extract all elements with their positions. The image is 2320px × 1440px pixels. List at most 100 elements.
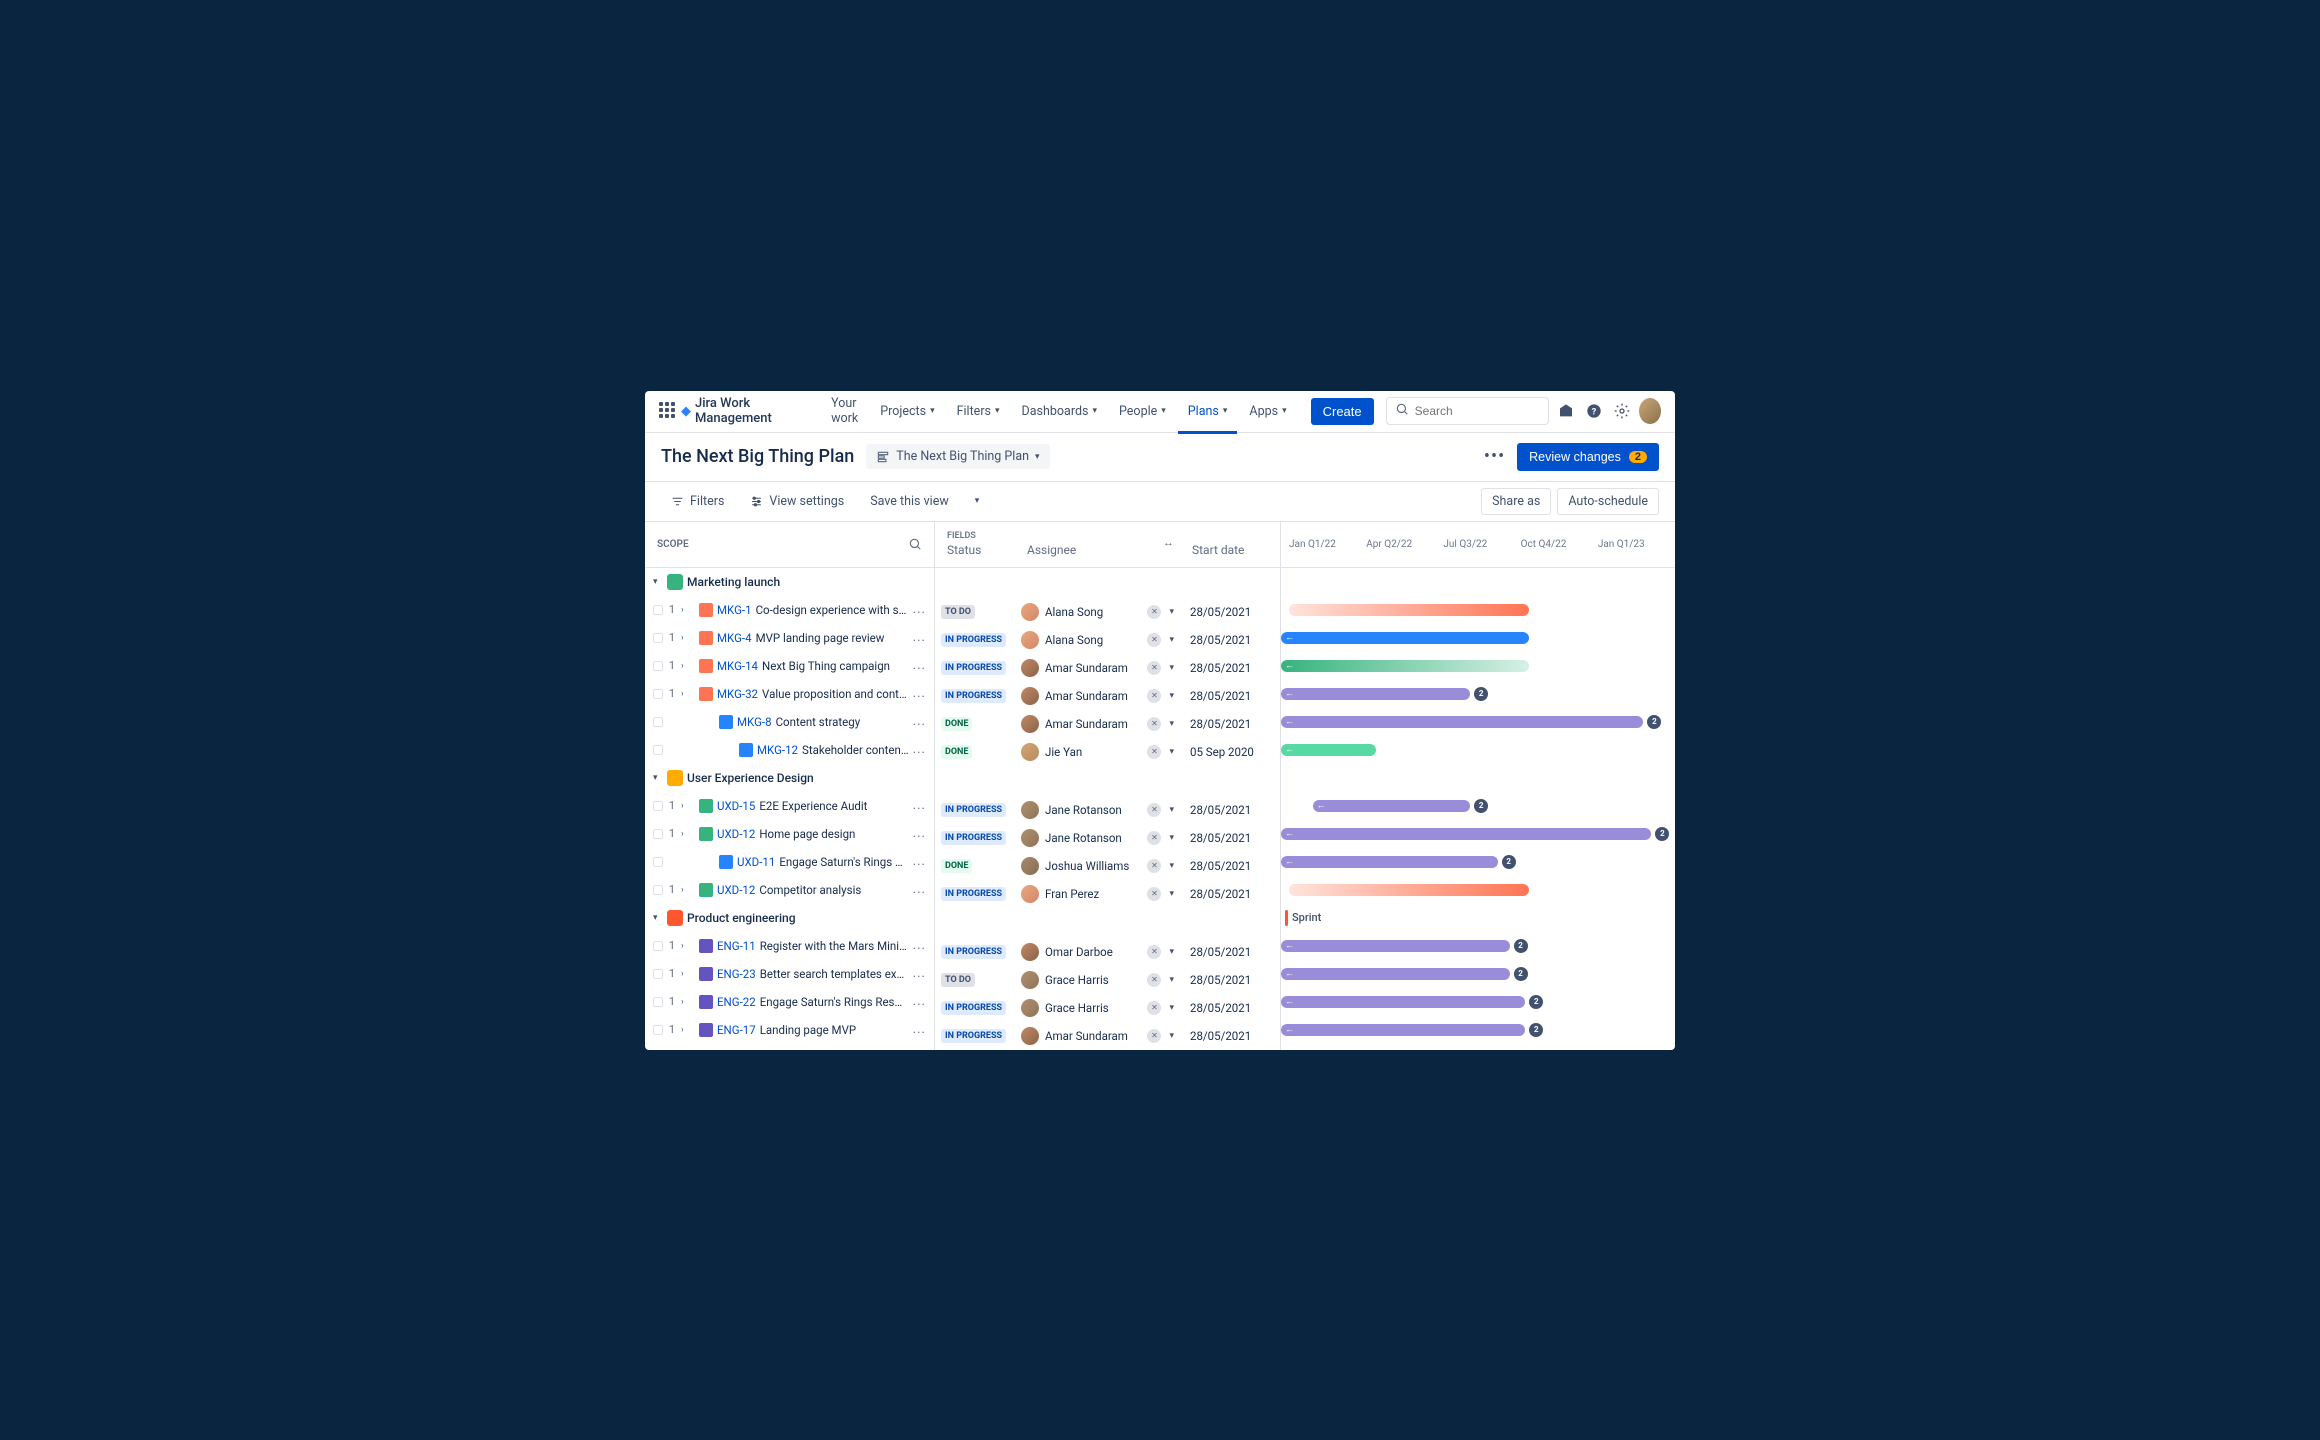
issue-row[interactable]: 1› UXD-15 E2E Experience Audit ... xyxy=(645,792,934,820)
timeline-bar[interactable] xyxy=(1289,604,1529,616)
more-actions-icon[interactable]: ••• xyxy=(1484,446,1505,467)
select-handle[interactable] xyxy=(653,605,663,615)
row-actions-icon[interactable]: ... xyxy=(913,686,926,701)
issue-row[interactable]: 1› UXD-12 Home page design ... xyxy=(645,820,934,848)
select-handle[interactable] xyxy=(653,717,663,727)
date-cell[interactable]: 28/05/2021 xyxy=(1180,994,1280,1022)
issue-key[interactable]: MKG-14 xyxy=(717,659,758,673)
date-cell[interactable]: 28/05/2021 xyxy=(1180,824,1280,852)
search-box[interactable] xyxy=(1386,397,1549,425)
nav-item-plans[interactable]: Plans▾ xyxy=(1178,391,1238,435)
select-handle[interactable] xyxy=(653,941,663,951)
issue-key[interactable]: ENG-17 xyxy=(717,1023,756,1037)
timeline-bar[interactable]: ← 2 xyxy=(1281,828,1651,840)
expand-chevron-icon[interactable]: › xyxy=(681,997,691,1007)
assignee-cell[interactable]: Grace Harris ✕ ▾ xyxy=(1015,994,1180,1022)
status-cell[interactable]: DONE xyxy=(935,852,1015,880)
assignee-cell[interactable]: Grace Harris ✕ ▾ xyxy=(1015,966,1180,994)
chevron-down-icon[interactable]: ▾ xyxy=(1169,607,1174,617)
status-cell[interactable]: IN PROGRESS xyxy=(935,626,1015,654)
issue-row[interactable]: 1› ENG-22 Engage Saturn's Rings Resort a… xyxy=(645,988,934,1016)
issue-row[interactable]: UXD-11 Engage Saturn's Rings Resort a...… xyxy=(645,848,934,876)
chevron-down-icon[interactable]: ▾ xyxy=(1169,861,1174,871)
timeline-bar[interactable]: ← 2 xyxy=(1281,940,1510,952)
issue-row[interactable]: 1› ENG-17 Landing page MVP ... xyxy=(645,1016,934,1044)
issue-key[interactable]: ENG-23 xyxy=(717,967,756,981)
row-actions-icon[interactable]: ... xyxy=(913,742,926,757)
issue-row[interactable]: 1› UXD-12 Competitor analysis ... xyxy=(645,876,934,904)
settings-icon[interactable] xyxy=(1611,398,1633,424)
select-handle[interactable] xyxy=(653,997,663,1007)
timeline-bar[interactable]: ← 2 xyxy=(1281,1024,1525,1036)
expand-chevron-icon[interactable]: › xyxy=(681,605,691,615)
row-actions-icon[interactable]: ... xyxy=(913,798,926,813)
assignee-cell[interactable]: Fran Perez ✕ ▾ xyxy=(1015,880,1180,908)
expand-chevron-icon[interactable]: › xyxy=(681,689,691,699)
date-cell[interactable]: 28/05/2021 xyxy=(1180,598,1280,626)
row-actions-icon[interactable]: ... xyxy=(913,658,926,673)
chevron-down-icon[interactable]: ▾ xyxy=(1169,947,1174,957)
timeline-bar[interactable]: ← 2 xyxy=(1281,688,1470,700)
timeline-bar[interactable]: ← xyxy=(1281,632,1529,644)
issue-row[interactable]: 1› MKG-4 MVP landing page review ... xyxy=(645,624,934,652)
chevron-down-icon[interactable]: ▾ xyxy=(1169,833,1174,843)
clear-assignee-icon[interactable]: ✕ xyxy=(1147,859,1161,873)
select-handle[interactable] xyxy=(653,829,663,839)
expand-chevron-icon[interactable]: › xyxy=(681,829,691,839)
nav-item-dashboards[interactable]: Dashboards▾ xyxy=(1012,391,1107,435)
assignee-cell[interactable]: Alana Song ✕ ▾ xyxy=(1015,626,1180,654)
expand-chevron-icon[interactable]: › xyxy=(681,661,691,671)
select-handle[interactable] xyxy=(653,745,663,755)
issue-row[interactable]: 1› ENG-23 Better search templates exper.… xyxy=(645,960,934,988)
issue-key[interactable]: MKG-1 xyxy=(717,603,752,617)
status-cell[interactable]: TO DO xyxy=(935,598,1015,626)
group-row[interactable]: ▾ Product engineering xyxy=(645,904,934,932)
clear-assignee-icon[interactable]: ✕ xyxy=(1147,973,1161,987)
expand-caret-icon[interactable]: ▾ xyxy=(653,577,663,587)
expand-caret-icon[interactable]: ▾ xyxy=(653,773,663,783)
assignee-cell[interactable]: Joshua Williams ✕ ▾ xyxy=(1015,852,1180,880)
review-changes-button[interactable]: Review changes 2 xyxy=(1517,443,1659,471)
select-handle[interactable] xyxy=(653,857,663,867)
chevron-down-icon[interactable]: ▾ xyxy=(1169,1003,1174,1013)
assignee-cell[interactable]: Amar Sundaram ✕ ▾ xyxy=(1015,710,1180,738)
status-cell[interactable]: DONE xyxy=(935,738,1015,766)
select-handle[interactable] xyxy=(653,885,663,895)
nav-item-projects[interactable]: Projects▾ xyxy=(870,391,944,435)
clear-assignee-icon[interactable]: ✕ xyxy=(1147,689,1161,703)
issue-key[interactable]: ENG-11 xyxy=(717,939,756,953)
issue-row[interactable]: 1› MKG-1 Co-design experience with sta..… xyxy=(645,596,934,624)
search-scope-icon[interactable] xyxy=(908,537,922,551)
issue-row[interactable]: MKG-8 Content strategy ... xyxy=(645,708,934,736)
help-icon[interactable]: ? xyxy=(1583,398,1605,424)
row-actions-icon[interactable]: ... xyxy=(913,630,926,645)
status-cell[interactable]: DONE xyxy=(935,710,1015,738)
create-button[interactable]: Create xyxy=(1311,398,1374,425)
user-avatar[interactable] xyxy=(1639,398,1661,424)
clear-assignee-icon[interactable]: ✕ xyxy=(1147,717,1161,731)
row-actions-icon[interactable]: ... xyxy=(913,882,926,897)
assignee-cell[interactable]: Amar Sundaram ✕ ▾ xyxy=(1015,1022,1180,1050)
select-handle[interactable] xyxy=(653,801,663,811)
clear-assignee-icon[interactable]: ✕ xyxy=(1147,745,1161,759)
view-settings-button[interactable]: View settings xyxy=(740,489,854,514)
status-cell[interactable]: IN PROGRESS xyxy=(935,938,1015,966)
share-as-button[interactable]: Share as xyxy=(1481,488,1551,515)
row-actions-icon[interactable]: ... xyxy=(913,966,926,981)
date-cell[interactable]: 28/05/2021 xyxy=(1180,938,1280,966)
chevron-down-icon[interactable]: ▾ xyxy=(1169,889,1174,899)
issue-key[interactable]: MKG-4 xyxy=(717,631,752,645)
save-view-button[interactable]: Save this view xyxy=(860,489,959,514)
product-logo[interactable]: ◆ Jira Work Management xyxy=(681,396,807,426)
nav-item-filters[interactable]: Filters▾ xyxy=(947,391,1010,435)
clear-assignee-icon[interactable]: ✕ xyxy=(1147,887,1161,901)
issue-row[interactable]: 1› ENG-11 Register with the Mars Ministr… xyxy=(645,932,934,960)
expand-chevron-icon[interactable]: › xyxy=(681,801,691,811)
clear-assignee-icon[interactable]: ✕ xyxy=(1147,1029,1161,1043)
issue-row[interactable]: 1› MKG-14 Next Big Thing campaign ... xyxy=(645,652,934,680)
status-cell[interactable]: IN PROGRESS xyxy=(935,1022,1015,1050)
row-actions-icon[interactable]: ... xyxy=(913,602,926,617)
date-cell[interactable]: 28/05/2021 xyxy=(1180,796,1280,824)
timeline-bar[interactable]: ← xyxy=(1281,660,1529,672)
timeline-bar[interactable] xyxy=(1289,884,1529,896)
